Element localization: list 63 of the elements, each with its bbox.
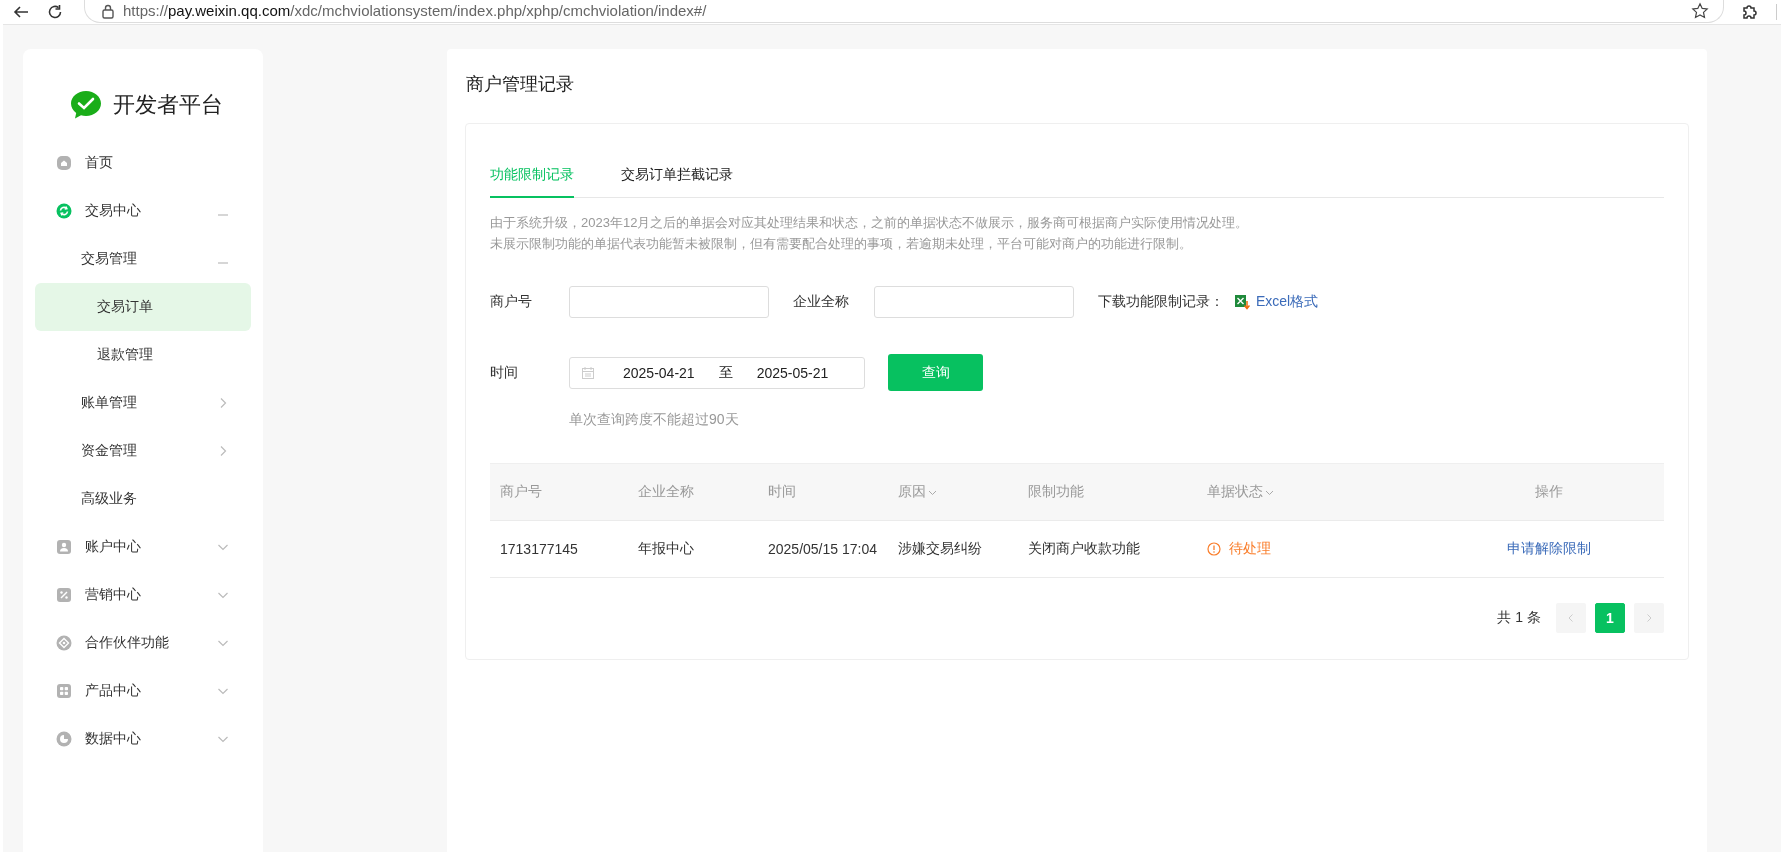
sidebar-item[interactable]: 账户中心	[35, 523, 251, 571]
star-icon[interactable]	[1691, 1, 1709, 20]
sidebar-item[interactable]: 营销中心	[35, 571, 251, 619]
notice-text: 由于系统升级，2023年12月之后的单据会对应其处理结果和状态，之前的单据状态不做展示，服务商可根据商户实际使用情况处理。	[490, 214, 1250, 232]
sidebar-item[interactable]: 首页	[35, 139, 251, 187]
status-text: 待处理	[1229, 540, 1271, 558]
table-cell-text: 2025/05/15 17:04	[767, 541, 878, 557]
table-cell-text: 关闭商户收款功能	[1027, 540, 1141, 558]
logo-text: 开发者平台	[113, 91, 223, 119]
sidebar-item[interactable]: 资金管理	[35, 427, 251, 475]
column-header: 操作	[1534, 483, 1564, 501]
excel-link[interactable]: Excel格式	[1256, 293, 1319, 311]
action-link[interactable]: 申请解除限制	[1507, 540, 1591, 558]
minus-icon	[217, 262, 229, 264]
total-count: 共 1 条	[1497, 609, 1541, 627]
column-header: 限制功能	[1027, 483, 1085, 501]
notice-text: 未展示限制功能的单据代表功能暂未被限制，但有需要配合处理的事项，若逾期未处理，平台可能对商户的功能进行限制。	[490, 235, 1193, 253]
field-label: 企业全称	[793, 293, 850, 311]
field-label: 时间	[490, 363, 519, 382]
column-header: 时间	[767, 483, 797, 501]
page-title: 商户管理记录	[465, 73, 575, 96]
table-cell-text: 涉嫌交易纠纷	[897, 540, 983, 558]
chevron-left-icon	[1566, 613, 1576, 623]
column-header: 商户号	[499, 483, 543, 501]
address-field[interactable]: https://pay.weixin.qq.com/xdc/mchviolationsystem/index.php/xphp/cmchviolation/index#/	[84, 0, 1724, 23]
chat-bubble-icon	[70, 90, 102, 120]
table-cell-text: 年报中心	[637, 540, 695, 558]
grid-icon	[56, 683, 72, 699]
sidebar-item[interactable]: 数据中心	[35, 715, 251, 763]
field-label: 商户号	[490, 293, 533, 311]
alert-icon	[1207, 542, 1221, 556]
column-header: 单据状态	[1197, 483, 1434, 501]
refresh-icon	[56, 203, 72, 219]
minus-icon	[217, 214, 229, 216]
percent-icon	[56, 587, 72, 603]
column-header: 原因	[888, 483, 1018, 501]
sidebar-item[interactable]: 交易中心	[35, 187, 251, 235]
sidebar-item[interactable]: 合作伙伴功能	[35, 619, 251, 667]
calendar-icon	[581, 365, 595, 380]
sidebar-item[interactable]: 交易订单	[35, 283, 251, 331]
table-cell-text: 1713177145	[499, 541, 579, 557]
input-field[interactable]	[569, 286, 769, 318]
column-header: 企业全称	[637, 483, 695, 501]
diamond-circle-icon	[56, 635, 72, 651]
user-icon	[56, 539, 72, 555]
input-field[interactable]	[874, 286, 1074, 318]
sidebar-item[interactable]: 高级业务	[35, 475, 251, 523]
back-icon[interactable]	[12, 4, 30, 20]
reload-icon[interactable]	[46, 3, 64, 21]
pie-chart-icon	[56, 731, 72, 747]
hint-text: 单次查询跨度不能超过90天	[569, 411, 740, 429]
tab[interactable]: 交易订单拦截记录	[621, 148, 733, 198]
sidebar-item[interactable]: 交易管理	[35, 235, 251, 283]
home-icon	[56, 155, 72, 171]
sidebar-item[interactable]: 产品中心	[35, 667, 251, 715]
chevron-right-icon	[1644, 613, 1654, 623]
puzzle-icon[interactable]	[1740, 2, 1760, 22]
sidebar-item[interactable]: 账单管理	[35, 379, 251, 427]
date-range-field[interactable]: 2025-04-21 至 2025-05-21	[569, 356, 865, 389]
lock-icon	[101, 2, 115, 19]
sidebar-item[interactable]: 退款管理	[35, 331, 251, 379]
download-label: 下载功能限制记录：	[1098, 293, 1224, 311]
spreadsheet-icon	[1234, 294, 1250, 310]
